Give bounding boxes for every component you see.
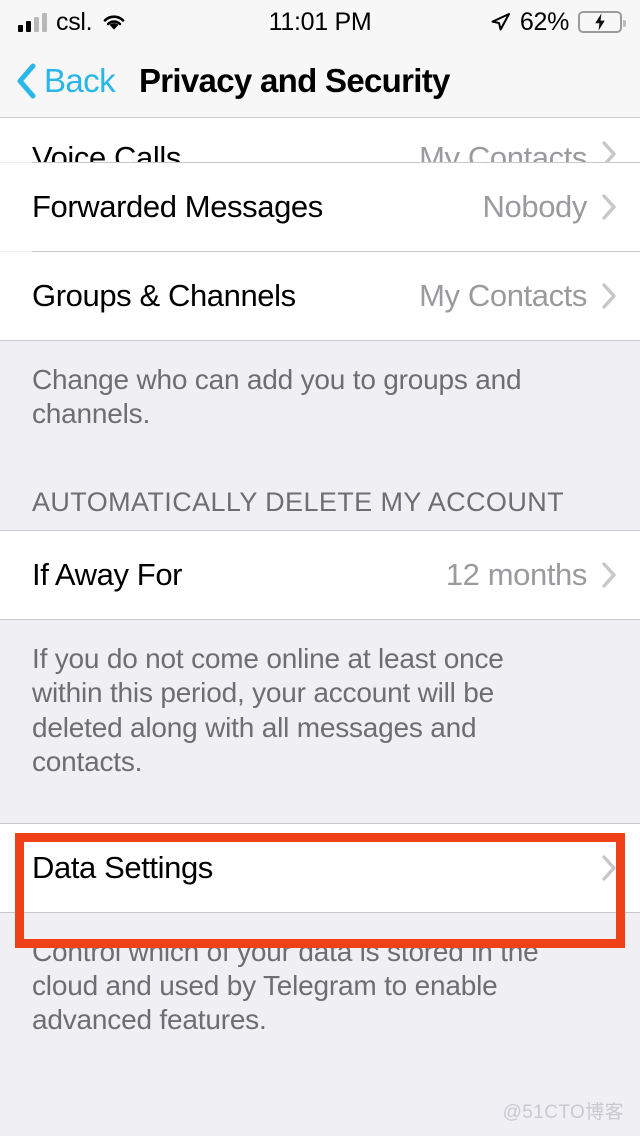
row-if-away-for[interactable]: If Away For 12 months	[0, 531, 640, 620]
watermark: @51CTO博客	[502, 1102, 624, 1123]
section-gap	[0, 788, 640, 823]
chevron-right-icon	[587, 134, 618, 162]
row-data-settings[interactable]: Data Settings	[0, 823, 640, 912]
footnote-data: Control which of your data is stored in …	[0, 912, 640, 1048]
back-button-label: Back	[44, 61, 116, 99]
page-title: Privacy and Security	[138, 61, 450, 99]
settings-list[interactable]: Voice Calls My Contacts Forwarded Messag…	[0, 118, 640, 1136]
footnote-away: If you do not come online at least once …	[0, 620, 640, 789]
status-bar-right: 62%	[489, 7, 626, 37]
row-voice-calls[interactable]: Voice Calls My Contacts	[0, 118, 640, 162]
chevron-right-icon	[587, 282, 618, 310]
row-if-away-for-value: 12 months	[445, 557, 588, 593]
row-forwarded-messages[interactable]: Forwarded Messages Nobody	[0, 163, 640, 251]
chevron-right-icon	[587, 854, 618, 882]
phone-screen: csl. 11:01 PM 62% Back Privacy and Secur…	[0, 0, 640, 1136]
battery-charging-icon	[578, 11, 626, 33]
row-groups-channels-label: Groups & Channels	[32, 278, 296, 313]
back-button[interactable]: Back	[14, 61, 116, 100]
row-forwarded-messages-label: Forwarded Messages	[32, 189, 323, 224]
location-arrow-icon	[489, 11, 511, 33]
footnote-groups: Change who can add you to groups and cha…	[0, 341, 640, 442]
chevron-left-icon	[14, 62, 38, 100]
status-bar: csl. 11:01 PM 62%	[0, 0, 640, 44]
row-forwarded-messages-value: Nobody	[482, 189, 588, 224]
battery-percent-label: 62%	[519, 7, 569, 36]
row-groups-channels-value: My Contacts	[419, 278, 587, 313]
row-voice-calls-value: My Contacts	[419, 140, 587, 162]
section-header-auto-delete: AUTOMATICALLY DELETE MY ACCOUNT	[0, 441, 640, 531]
row-data-settings-label: Data Settings	[32, 849, 213, 885]
row-if-away-for-label: If Away For	[32, 557, 183, 593]
navigation-bar: Back Privacy and Security	[0, 44, 640, 118]
row-voice-calls-label: Voice Calls	[32, 140, 181, 162]
chevron-right-icon	[587, 193, 618, 221]
chevron-right-icon	[587, 561, 618, 589]
row-groups-channels[interactable]: Groups & Channels My Contacts	[0, 252, 640, 340]
